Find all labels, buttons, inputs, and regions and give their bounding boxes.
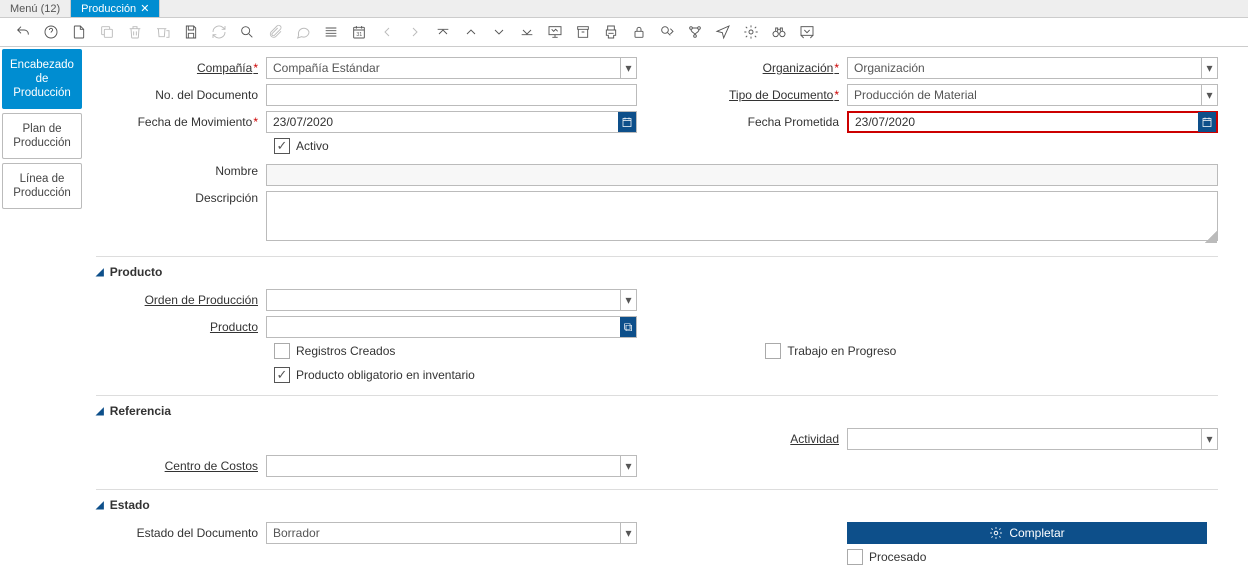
chat-icon (294, 23, 312, 41)
label-wip: Trabajo en Progreso (787, 344, 896, 358)
zoom-across-icon[interactable] (658, 23, 676, 41)
down-icon[interactable] (490, 23, 508, 41)
label-movedate: Fecha de Movimiento* (96, 115, 266, 129)
exit-icon[interactable] (798, 23, 816, 41)
undo-icon[interactable] (14, 23, 32, 41)
prev-icon (378, 23, 396, 41)
calendar-icon[interactable] (618, 112, 636, 132)
producto-select[interactable]: ⧉ (266, 316, 637, 338)
label-actividad: Actividad (677, 432, 847, 446)
orden-select[interactable]: ▾ (266, 289, 637, 311)
send-icon[interactable] (714, 23, 732, 41)
side-tab-header[interactable]: Encabezado de Producción (2, 49, 82, 109)
calendar-icon[interactable]: 31 (350, 23, 368, 41)
archive-icon[interactable] (574, 23, 592, 41)
label-cc: Centro de Costos (96, 459, 266, 473)
copy-icon (98, 23, 116, 41)
cc-select[interactable]: ▾ (266, 455, 637, 477)
label-nombre: Nombre (96, 164, 266, 178)
label-promdate: Fecha Prometida (677, 115, 847, 129)
lookup-icon[interactable]: ⧉ (620, 317, 636, 337)
new-icon[interactable] (70, 23, 88, 41)
calendar-icon[interactable] (1198, 112, 1216, 132)
list-icon[interactable] (322, 23, 340, 41)
save-icon[interactable] (182, 23, 200, 41)
tab-production[interactable]: Producción✕ (71, 0, 160, 17)
top-tabs: Menú (12) Producción✕ (0, 0, 1248, 18)
group-producto[interactable]: ◢Producto (96, 256, 1218, 279)
chevron-down-icon[interactable]: ▾ (620, 58, 636, 78)
collapse-icon[interactable]: ◢ (96, 500, 104, 511)
up-icon[interactable] (462, 23, 480, 41)
chevron-down-icon[interactable]: ▾ (620, 523, 636, 543)
doctype-select[interactable]: Producción de Material▾ (847, 84, 1218, 106)
chevron-down-icon[interactable]: ▾ (620, 456, 636, 476)
label-producto: Producto (96, 320, 266, 334)
docstate-select[interactable]: Borrador▾ (266, 522, 637, 544)
workflow-icon[interactable] (686, 23, 704, 41)
toolbar: 31 (0, 18, 1248, 47)
collapse-icon[interactable]: ◢ (96, 406, 104, 417)
chevron-down-icon[interactable]: ▾ (1201, 58, 1217, 78)
group-estado[interactable]: ◢Estado (96, 489, 1218, 512)
refresh-icon (210, 23, 228, 41)
delete-icon (126, 23, 144, 41)
compania-select[interactable]: Compañía Estándar▾ (266, 57, 637, 79)
side-tabs: Encabezado de Producción Plan de Producc… (0, 47, 84, 580)
close-icon[interactable]: ✕ (140, 2, 149, 15)
label-desc: Descripción (96, 191, 266, 205)
label-mand: Producto obligatorio en inventario (296, 368, 475, 382)
actividad-select[interactable]: ▾ (847, 428, 1218, 450)
lock-icon[interactable] (630, 23, 648, 41)
search-icon[interactable] (238, 23, 256, 41)
desc-textarea[interactable] (266, 191, 1218, 241)
last-icon[interactable] (518, 23, 536, 41)
label-org: Organización* (677, 61, 847, 75)
movedate-input[interactable]: 23/07/2020 (266, 111, 637, 133)
attach-icon (266, 23, 284, 41)
chevron-down-icon[interactable]: ▾ (620, 290, 636, 310)
docno-input[interactable] (266, 84, 637, 106)
label-docstate: Estado del Documento (96, 526, 266, 540)
print-icon[interactable] (602, 23, 620, 41)
trash-multi-icon (154, 23, 172, 41)
help-icon[interactable] (42, 23, 60, 41)
label-procesado: Procesado (869, 550, 926, 564)
gear-icon[interactable] (742, 23, 760, 41)
activo-checkbox[interactable]: ✓ (274, 138, 290, 154)
completar-button[interactable]: Completar (847, 522, 1207, 544)
mand-checkbox[interactable]: ✓ (274, 367, 290, 383)
tab-menu[interactable]: Menú (12) (0, 0, 71, 17)
label-compania: Compañía* (96, 61, 266, 75)
svg-text:31: 31 (356, 32, 362, 38)
wip-checkbox: ✓ (765, 343, 781, 359)
procesado-checkbox: ✓ (847, 549, 863, 565)
label-reg: Registros Creados (296, 344, 395, 358)
collapse-icon[interactable]: ◢ (96, 267, 104, 278)
presentation-icon[interactable] (546, 23, 564, 41)
label-docno: No. del Documento (96, 88, 266, 102)
label-orden: Orden de Producción (96, 293, 266, 307)
binoculars-icon[interactable] (770, 23, 788, 41)
group-ref[interactable]: ◢Referencia (96, 395, 1218, 418)
label-activo: Activo (296, 139, 329, 153)
org-select[interactable]: Organización▾ (847, 57, 1218, 79)
next-icon (406, 23, 424, 41)
nombre-input[interactable] (266, 164, 1218, 186)
chevron-down-icon[interactable]: ▾ (1201, 429, 1217, 449)
chevron-down-icon[interactable]: ▾ (1201, 85, 1217, 105)
first-icon[interactable] (434, 23, 452, 41)
label-doctype: Tipo de Documento* (677, 88, 847, 102)
promdate-input[interactable]: 23/07/2020 (847, 111, 1218, 133)
form-main: Compañía* Compañía Estándar▾ Organizació… (84, 47, 1248, 580)
reg-checkbox: ✓ (274, 343, 290, 359)
side-tab-line[interactable]: Línea de Producción (2, 163, 82, 209)
side-tab-plan[interactable]: Plan de Producción (2, 113, 82, 159)
